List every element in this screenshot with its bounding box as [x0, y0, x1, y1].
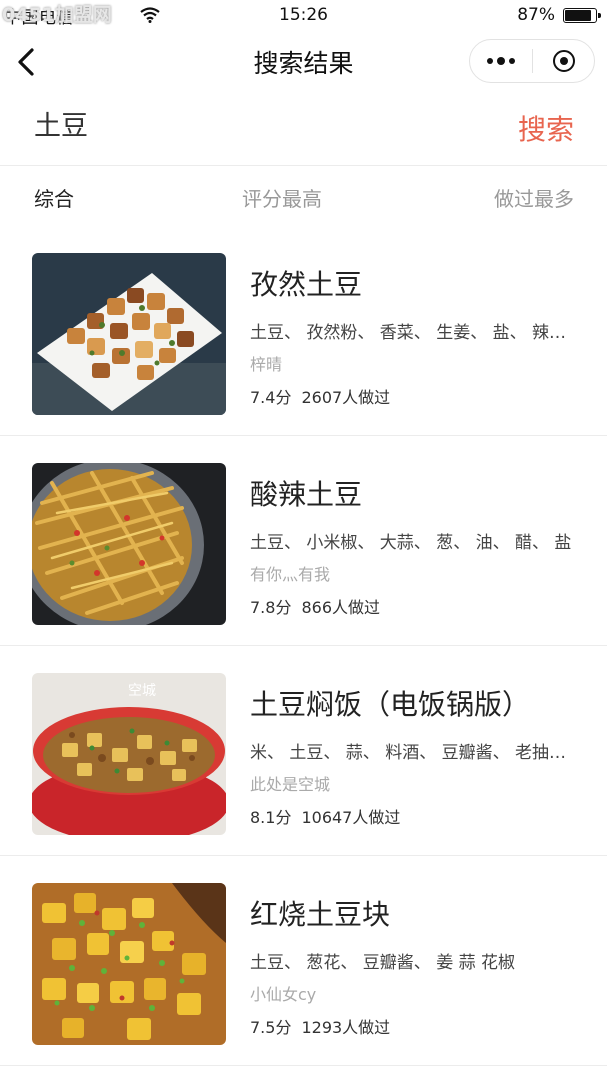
recipe-title: 酸辣土豆 [250, 478, 363, 511]
more-icon-right [509, 58, 515, 64]
tab-highest-rated[interactable]: 评分最高 [0, 183, 564, 212]
recipe-card[interactable]: 红烧土豆块 土豆、 葱花、 豆瓣酱、 姜 蒜 花椒 小仙女cy 7.5分 1293… [0, 856, 607, 1066]
recipe-made-count: 1293人做过 [301, 1018, 391, 1037]
recipe-ingredients: 土豆、 孜然粉、 香菜、 生姜、 盐、 辣椒粉 [250, 323, 580, 343]
recipe-score: 7.8分 [250, 598, 292, 617]
search-bar: 搜索 [0, 90, 607, 166]
more-icon [487, 58, 493, 64]
recipe-made-count: 866人做过 [301, 598, 380, 617]
recipe-photo [32, 463, 226, 625]
recipe-photo: 空城 [32, 673, 226, 835]
more-icon-center [497, 57, 505, 65]
recipe-stats: 7.8分 866人做过 [250, 594, 380, 618]
recipe-photo [32, 883, 226, 1045]
search-input[interactable] [34, 108, 454, 139]
recipe-score: 7.5分 [250, 1018, 292, 1037]
battery-icon [563, 7, 601, 23]
battery-status: 87% [517, 5, 601, 25]
recipe-stats: 7.4分 2607人做过 [250, 384, 390, 408]
search-button[interactable]: 搜索 [518, 108, 574, 148]
recipe-card[interactable]: 孜然土豆 土豆、 孜然粉、 香菜、 生姜、 盐、 辣椒粉 梓晴 7.4分 2607… [0, 226, 607, 436]
recipe-author: 此处是空城 [250, 775, 331, 794]
nav-bar: 搜索结果 [0, 34, 607, 90]
recipe-author: 有你灬有我 [250, 565, 331, 584]
watermark: 0451加盟网 [2, 4, 112, 26]
svg-text:空城: 空城 [128, 683, 156, 699]
recipe-stats: 8.1分 10647人做过 [250, 804, 400, 828]
recipe-title: 孜然土豆 [250, 268, 363, 301]
recipe-title: 土豆焖饭（电饭锅版） [250, 688, 531, 721]
recipe-card[interactable]: 酸辣土豆 土豆、 小米椒、 大蒜、 葱、 油、 醋、 盐 有你灬有我 7.8分 8… [0, 436, 607, 646]
recipe-title: 红烧土豆块 [250, 898, 391, 931]
close-miniprogram-button[interactable] [533, 40, 594, 82]
recipe-score: 7.4分 [250, 388, 292, 407]
recipe-stats: 7.5分 1293人做过 [250, 1014, 390, 1038]
recipe-card[interactable]: 空城 土豆焖饭（电饭锅版） 米、 土豆、 蒜、 料酒、 豆瓣酱、 老抽、 盐 此… [0, 646, 607, 856]
recipe-photo [32, 253, 226, 415]
sort-tabs: 综合 评分最高 做过最多 [0, 166, 607, 226]
more-button[interactable] [470, 40, 532, 82]
recipe-score: 8.1分 [250, 808, 292, 827]
result-list: 孜然土豆 土豆、 孜然粉、 香菜、 生姜、 盐、 辣椒粉 梓晴 7.4分 2607… [0, 226, 607, 1066]
recipe-made-count: 2607人做过 [301, 388, 391, 407]
recipe-ingredients: 米、 土豆、 蒜、 料酒、 豆瓣酱、 老抽、 盐 [250, 743, 580, 763]
battery-percent: 87% [517, 5, 555, 25]
recipe-author: 小仙女cy [250, 985, 317, 1004]
recipe-ingredients: 土豆、 葱花、 豆瓣酱、 姜 蒜 花椒 [250, 953, 516, 973]
recipe-ingredients: 土豆、 小米椒、 大蒜、 葱、 油、 醋、 盐 [250, 533, 572, 553]
recipe-author: 梓晴 [250, 355, 283, 374]
miniprogram-capsule [469, 39, 595, 83]
target-icon [552, 50, 575, 72]
tab-most-made[interactable]: 做过最多 [494, 183, 574, 212]
recipe-made-count: 10647人做过 [301, 808, 401, 827]
